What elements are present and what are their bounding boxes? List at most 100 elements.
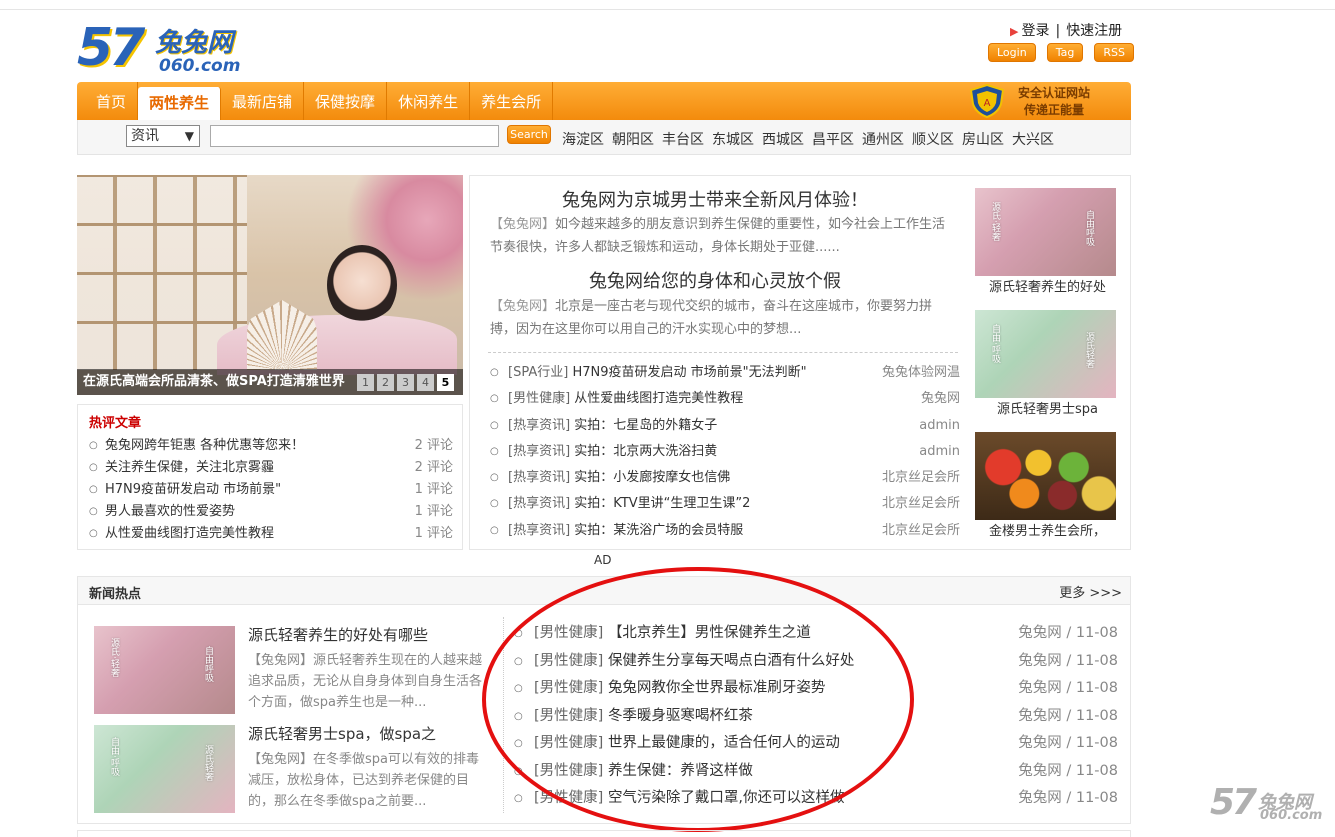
list-item[interactable]: [男性健康] 空气污染除了戴口罩,你还可以这样做 兔兔网 / 11-08 [514, 785, 1118, 813]
category-tag[interactable]: [男性健康] [534, 735, 603, 751]
thumbnail-caption[interactable]: 金楼男士养生会所， [975, 520, 1120, 554]
list-item[interactable]: [SPA行业] H7N9疫苗研发启动 市场前景"无法判断" 兔兔体验网温 [490, 360, 960, 386]
category-tag[interactable]: [男性健康] [508, 391, 570, 406]
category-select[interactable]: 资讯 ▼ [126, 125, 200, 147]
district-link[interactable]: 昌平区 [812, 129, 854, 149]
tag-button[interactable]: Tag [1046, 43, 1084, 62]
thumbnail-image[interactable] [975, 432, 1116, 520]
featured-slider[interactable]: 在源氏高端会所品清茶、做SPA打造清雅世界 1 2 3 4 5 [77, 175, 463, 395]
district-link[interactable]: 西城区 [762, 129, 804, 149]
list-item[interactable]: [男性健康] 冬季暖身驱寒喝杯红茶 兔兔网 / 11-08 [514, 703, 1118, 731]
feature-image[interactable]: 源氏·轻奢 自由呼吸 [94, 626, 235, 714]
slider-page[interactable]: 3 [397, 374, 414, 391]
list-item[interactable]: [男性健康] 保健养生分享每天喝点白酒有什么好处 兔兔网 / 11-08 [514, 648, 1118, 676]
list-item-title[interactable]: 世界上最健康的，适合任何人的运动 [608, 735, 840, 751]
list-item[interactable]: 关注养生保健，关注北京雾霾 2 评论 [89, 457, 453, 479]
category-tag[interactable]: [男性健康] [534, 708, 603, 724]
list-item-title[interactable]: 实拍：七星岛的外籍女子 [574, 418, 717, 433]
nav-item-home[interactable]: 首页 [85, 82, 139, 120]
feature-image[interactable]: 自由·呼吸 源氏轻奢 [94, 725, 235, 813]
comment-count: 1 评论 [414, 504, 453, 519]
headline-title[interactable]: 兔兔网为京城男士带来全新风月体验！ [470, 186, 960, 212]
category-tag[interactable]: [男性健康] [534, 763, 603, 779]
login-button[interactable]: Login [988, 43, 1036, 62]
nav-item-clubs[interactable]: 养生会所 [470, 82, 554, 120]
list-item-title[interactable]: 从性爱曲线图打造完美性教程 [105, 526, 274, 541]
list-item-title[interactable]: 实拍：KTV里讲“生理卫生课”2 [574, 496, 750, 511]
slider-page[interactable]: 4 [417, 374, 434, 391]
list-item[interactable]: H7N9疫苗研发启动 市场前景" 1 评论 [89, 479, 453, 501]
nav-item-leisure[interactable]: 休闲养生 [387, 82, 471, 120]
list-item-title[interactable]: 从性爱曲线图打造完美性教程 [574, 391, 743, 406]
list-item[interactable]: [热享资讯] 实拍：北京两大洗浴扫黄 admin [490, 439, 960, 465]
list-item-title[interactable]: 冬季暖身驱寒喝杯红茶 [608, 708, 753, 724]
list-item-title[interactable]: 养生保健：养肾这样做 [608, 763, 753, 779]
list-item-title[interactable]: 实拍：小发廊按摩女也信佛 [574, 470, 730, 485]
thumbnail-image[interactable]: 自由·呼吸 源氏轻奢 [975, 310, 1116, 398]
list-item-title[interactable]: 关注养生保健，关注北京雾霾 [105, 460, 274, 475]
list-item-title[interactable]: 【北京养生】男性保健养生之道 [608, 625, 811, 641]
category-tag[interactable]: [热享资讯] [508, 470, 570, 485]
category-tag[interactable]: [热享资讯] [508, 496, 570, 511]
feature-title[interactable]: 源氏轻奢男士spa，做spa之 [248, 723, 436, 744]
nav-item-new-shops[interactable]: 最新店铺 [221, 82, 305, 120]
login-link[interactable]: 登录 [1021, 23, 1049, 39]
slider-page[interactable]: 2 [377, 374, 394, 391]
more-link[interactable]: 更多 >>> [1059, 582, 1122, 601]
category-tag[interactable]: [男性健康] [534, 625, 603, 641]
nav-item-massage[interactable]: 保健按摩 [304, 82, 388, 120]
list-item-title[interactable]: 实拍：北京两大洗浴扫黄 [574, 444, 717, 459]
list-item-title[interactable]: 男人最喜欢的性爱姿势 [105, 504, 235, 519]
list-item[interactable]: 男人最喜欢的性爱姿势 1 评论 [89, 501, 453, 523]
thumbnail-caption[interactable]: 源氏轻奢男士spa [975, 398, 1120, 432]
list-item[interactable]: [热享资讯] 实拍：KTV里讲“生理卫生课”2 北京丝足会所 [490, 491, 960, 517]
category-tag[interactable]: [热享资讯] [508, 418, 570, 433]
list-item[interactable]: 从性爱曲线图打造完美性教程 1 评论 [89, 523, 453, 545]
list-item[interactable]: [男性健康] 养生保健：养肾这样做 兔兔网 / 11-08 [514, 758, 1118, 786]
site-logo[interactable]: 57 兔兔网 060.com [77, 18, 277, 80]
list-item-title[interactable]: 保健养生分享每天喝点白酒有什么好处 [608, 653, 855, 669]
slider-page[interactable]: 1 [357, 374, 374, 391]
category-tag[interactable]: [男性健康] [534, 790, 603, 806]
list-item-title[interactable]: 实拍：某洗浴广场的会员特服 [574, 523, 743, 538]
list-item[interactable]: [热享资讯] 实拍：七星岛的外籍女子 admin [490, 413, 960, 439]
headline-title[interactable]: 兔兔网给您的身体和心灵放个假 [470, 267, 960, 293]
feature-title[interactable]: 源氏轻奢养生的好处有哪些 [248, 624, 428, 645]
center-news-list: [SPA行业] H7N9疫苗研发启动 市场前景"无法判断" 兔兔体验网温 [男性健… [490, 360, 960, 544]
search-button[interactable]: Search [507, 125, 551, 144]
list-item[interactable]: [热享资讯] 实拍：小发廊按摩女也信佛 北京丝足会所 [490, 465, 960, 491]
district-link[interactable]: 房山区 [962, 129, 1004, 149]
list-item-title[interactable]: 兔兔网跨年钜惠 各种优惠等您来！ [105, 438, 304, 453]
list-item[interactable]: [男性健康] 【北京养生】男性保健养生之道 兔兔网 / 11-08 [514, 620, 1118, 648]
list-item[interactable]: [热享资讯] 实拍：某洗浴广场的会员特服 北京丝足会所 [490, 518, 960, 544]
list-item[interactable]: [男性健康] 从性爱曲线图打造完美性教程 兔兔网 [490, 386, 960, 412]
search-input[interactable] [210, 125, 499, 147]
category-tag[interactable]: [男性健康] [534, 680, 603, 696]
list-item-title[interactable]: H7N9疫苗研发启动 市场前景" [105, 482, 281, 497]
source-label: 【兔兔网】 [248, 653, 314, 668]
district-link[interactable]: 海淀区 [562, 129, 604, 149]
rss-button[interactable]: RSS [1094, 43, 1134, 62]
thumbnail-image[interactable]: 源氏·轻奢 自由呼吸 [975, 188, 1116, 276]
center-news-panel: 兔兔网为京城男士带来全新风月体验！ 【兔兔网】如今越来越多的朋友意识到养生保健的… [469, 175, 1131, 550]
district-link[interactable]: 通州区 [862, 129, 904, 149]
list-item[interactable]: [男性健康] 世界上最健康的，适合任何人的运动 兔兔网 / 11-08 [514, 730, 1118, 758]
category-tag[interactable]: [SPA行业] [508, 365, 568, 380]
list-item[interactable]: 兔兔网跨年钜惠 各种优惠等您来！ 2 评论 [89, 435, 453, 457]
district-link[interactable]: 顺义区 [912, 129, 954, 149]
category-tag[interactable]: [热享资讯] [508, 523, 570, 538]
list-item-title[interactable]: H7N9疫苗研发启动 市场前景"无法判断" [572, 365, 806, 380]
category-tag[interactable]: [男性健康] [534, 653, 603, 669]
category-tag[interactable]: [热享资讯] [508, 444, 570, 459]
district-link[interactable]: 丰台区 [662, 129, 704, 149]
nav-item-sexual-health[interactable]: 两性养生 [138, 87, 222, 120]
district-link[interactable]: 东城区 [712, 129, 754, 149]
list-item-title[interactable]: 兔兔网教你全世界最标准刷牙姿势 [608, 680, 826, 696]
register-link[interactable]: 快速注册 [1066, 23, 1122, 39]
list-item[interactable]: [男性健康] 兔兔网教你全世界最标准刷牙姿势 兔兔网 / 11-08 [514, 675, 1118, 703]
list-item-title[interactable]: 空气污染除了戴口罩,你还可以这样做 [608, 790, 845, 806]
thumbnail-caption[interactable]: 源氏轻奢养生的好处 [975, 276, 1120, 310]
district-link[interactable]: 大兴区 [1012, 129, 1054, 149]
slider-page-active[interactable]: 5 [437, 374, 454, 391]
district-link[interactable]: 朝阳区 [612, 129, 654, 149]
